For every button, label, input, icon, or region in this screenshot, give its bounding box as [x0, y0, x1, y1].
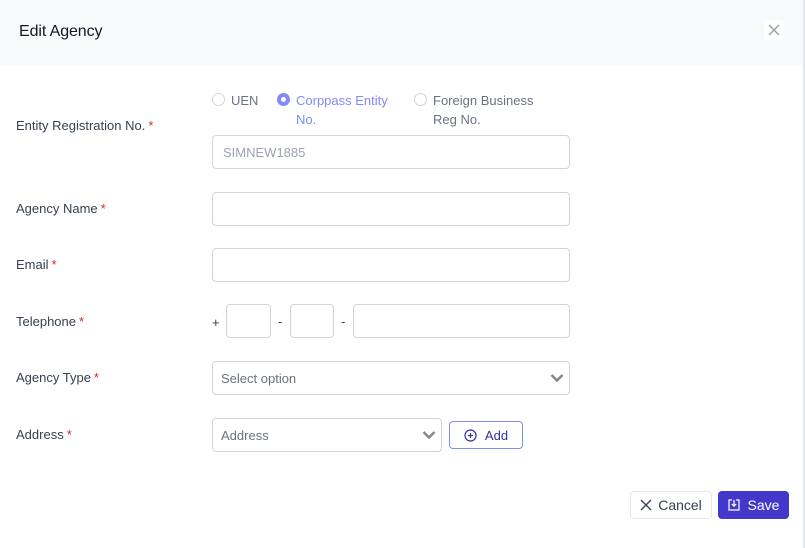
- telephone-separator: -: [278, 314, 283, 329]
- select-placeholder: Select option: [221, 370, 297, 386]
- label-text: Agency Type: [16, 370, 91, 385]
- telephone-label: Telephone *: [16, 314, 84, 329]
- agency-name-label: Agency Name *: [16, 201, 106, 216]
- radio-label: UEN: [231, 93, 259, 108]
- chevron-down-icon: [422, 431, 436, 440]
- edit-agency-modal: Edit Agency Entity Registration No. * UEN…: [0, 0, 805, 548]
- required-marker: *: [79, 314, 85, 329]
- cancel-button[interactable]: Cancel: [630, 491, 712, 519]
- address-select[interactable]: Address: [212, 418, 442, 452]
- radio-corppass-entity-no[interactable]: Corppass Entity No.: [277, 91, 388, 129]
- label-text: Email: [16, 257, 49, 272]
- label-text: Address: [16, 427, 64, 442]
- label-text: Entity Registration No.: [16, 118, 146, 133]
- radio-circle: [212, 93, 225, 106]
- radio-circle: [414, 93, 427, 106]
- telephone-separator: -: [341, 314, 346, 329]
- modal-title: Edit Agency: [19, 23, 103, 40]
- agency-type-label: Agency Type *: [16, 370, 99, 385]
- required-marker: *: [66, 427, 72, 442]
- radio-label: Corppass Entity No.: [296, 91, 388, 129]
- agency-type-select[interactable]: Select option: [212, 361, 570, 395]
- save-icon: [727, 499, 740, 511]
- select-placeholder: Address: [221, 427, 269, 443]
- radio-label-line1: Corppass Entity: [296, 93, 388, 108]
- radio-uen[interactable]: UEN: [212, 91, 258, 110]
- close-icon: [768, 24, 780, 36]
- required-marker: *: [100, 201, 106, 216]
- add-button-label: Add: [484, 427, 509, 443]
- label-text: Telephone: [16, 314, 76, 329]
- agency-name-input[interactable]: [212, 192, 570, 226]
- add-address-button[interactable]: Add: [449, 421, 523, 449]
- modal-header: Edit Agency: [0, 0, 803, 66]
- entity-registration-input[interactable]: [212, 135, 570, 169]
- email-input[interactable]: [212, 248, 570, 282]
- close-button[interactable]: [764, 20, 784, 40]
- email-label: Email *: [16, 257, 57, 272]
- required-marker: *: [148, 118, 154, 133]
- required-marker: *: [93, 370, 99, 385]
- address-label: Address *: [16, 427, 72, 442]
- chevron-down-icon: [550, 374, 564, 383]
- save-label: Save: [747, 497, 780, 513]
- radio-label-line1: Foreign Business: [433, 93, 534, 108]
- entity-registration-label: Entity Registration No. *: [16, 118, 153, 133]
- cancel-label: Cancel: [658, 497, 702, 513]
- radio-circle-checked: [277, 93, 290, 106]
- telephone-area-code-input[interactable]: [290, 304, 334, 338]
- telephone-country-code-input[interactable]: [226, 304, 271, 338]
- radio-foreign-business-reg-no[interactable]: Foreign Business Reg No.: [414, 91, 533, 129]
- label-text: Agency Name: [16, 201, 98, 216]
- radio-label-line2: Reg No.: [433, 112, 481, 127]
- save-button[interactable]: Save: [718, 491, 789, 519]
- required-marker: *: [51, 257, 57, 272]
- plus-circle-icon: [464, 428, 477, 442]
- telephone-plus-prefix: +: [212, 315, 220, 330]
- telephone-number-input[interactable]: [353, 304, 570, 338]
- radio-label: Foreign Business Reg No.: [433, 91, 533, 129]
- close-icon: [640, 499, 652, 511]
- radio-label-line2: No.: [296, 112, 317, 127]
